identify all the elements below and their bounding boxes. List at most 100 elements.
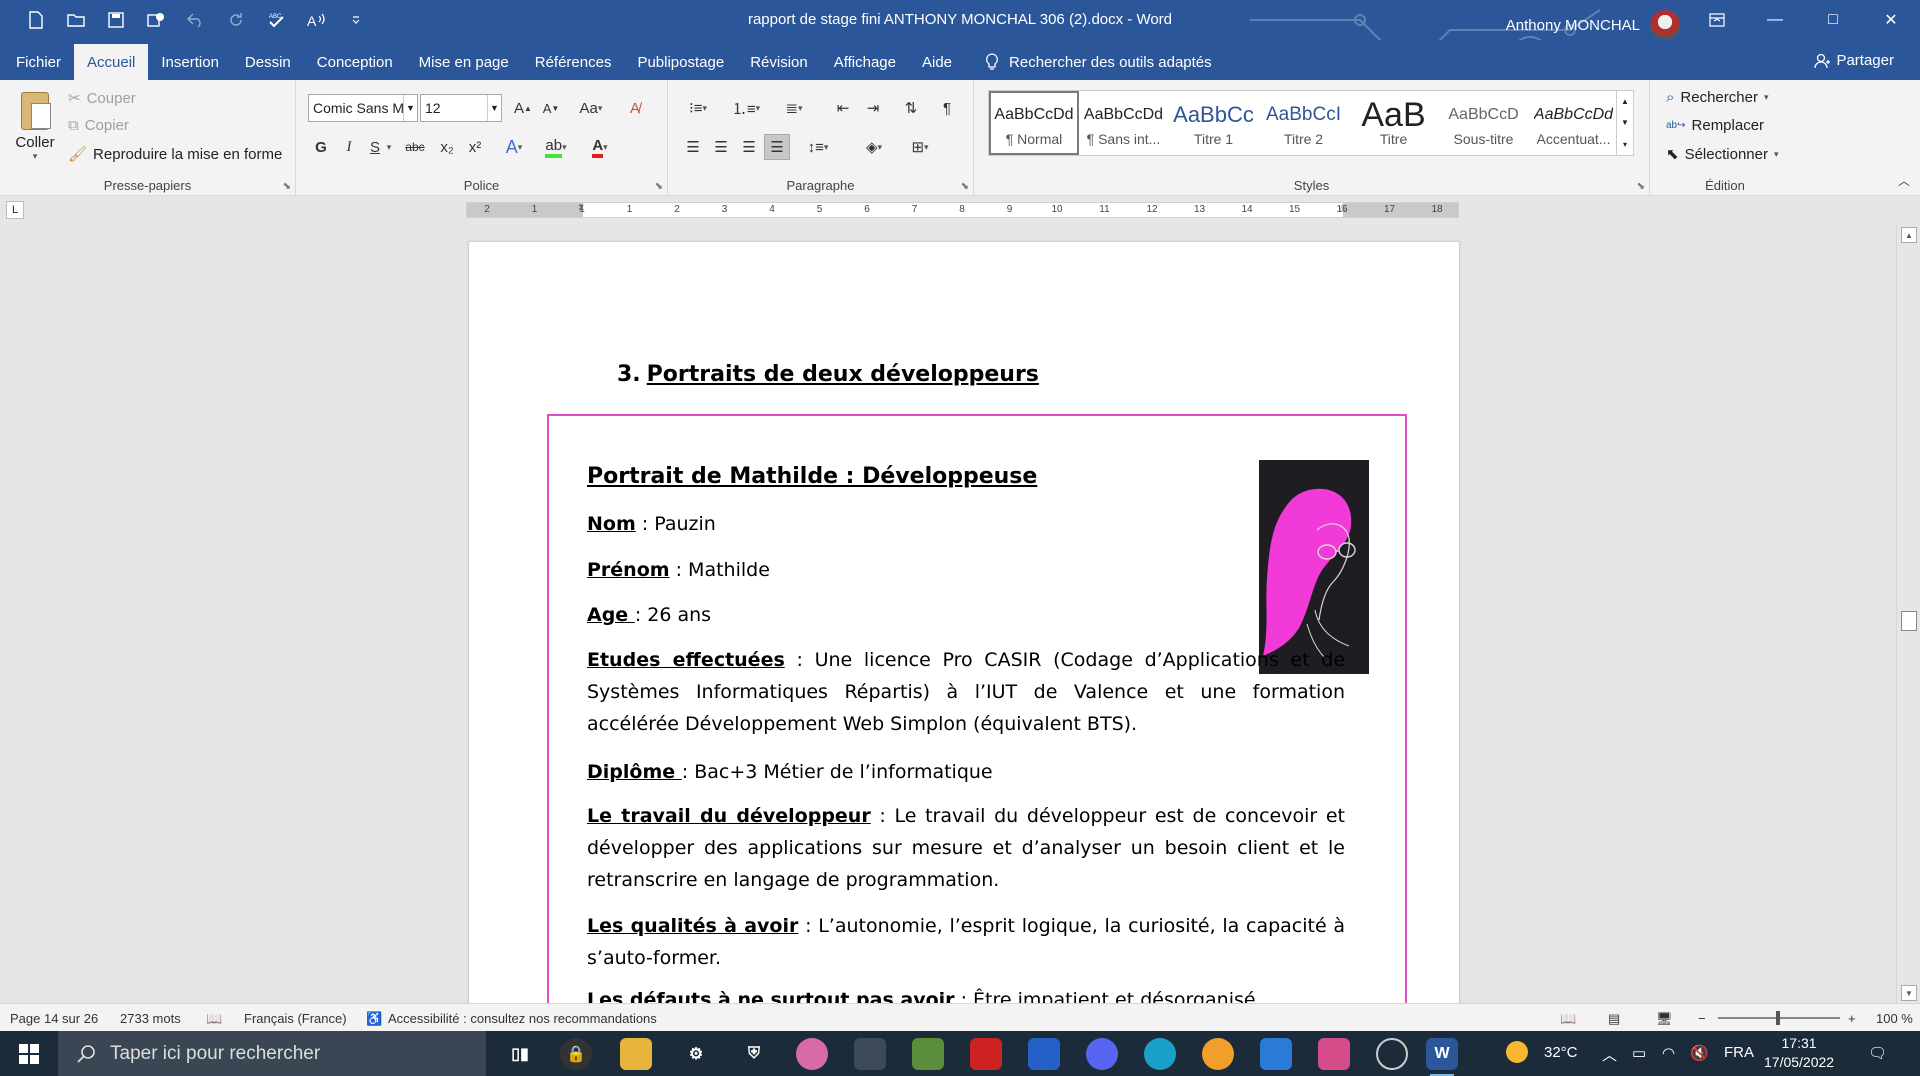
zoom-slider[interactable] (1718, 1011, 1840, 1025)
settings-icon[interactable]: ⚙ (680, 1038, 712, 1070)
redo-icon[interactable] (218, 2, 254, 38)
file-explorer-icon[interactable] (620, 1038, 652, 1070)
avatar[interactable] (1650, 10, 1680, 40)
read-aloud-icon[interactable]: A (298, 2, 334, 38)
show-formatting-marks-button[interactable]: ¶ (934, 95, 960, 121)
style-no-spacing[interactable]: AaBbCcDd ¶ Sans int... (1079, 91, 1169, 155)
collapse-ribbon-icon[interactable]: ︿ (1898, 172, 1910, 189)
style-heading-2[interactable]: AaBbCcI Titre 2 (1259, 91, 1349, 155)
borders-button[interactable]: ⊞ ▾ (900, 134, 940, 160)
tab-aide[interactable]: Aide (909, 44, 965, 80)
notifications-icon[interactable]: 🗨 (1868, 1044, 1887, 1062)
input-language[interactable]: FRA (1724, 1044, 1754, 1061)
bold-button[interactable]: G (308, 134, 334, 160)
sort-button[interactable]: ⇅ (898, 95, 924, 121)
align-left-button[interactable]: ☰ (680, 134, 706, 160)
brave-browser-icon[interactable] (1202, 1038, 1234, 1070)
tab-revision[interactable]: Révision (737, 44, 821, 80)
align-right-button[interactable]: ☰ (736, 134, 762, 160)
dialog-launcher-icon[interactable]: ⬊ (1637, 181, 1645, 192)
start-button[interactable] (0, 1031, 58, 1076)
tell-me-search[interactable]: Rechercher des outils adaptés (985, 44, 1212, 80)
font-color-button[interactable]: A ▾ (580, 134, 620, 160)
discord-icon[interactable] (1086, 1038, 1118, 1070)
line-spacing-button[interactable]: ↕≡ ▾ (800, 134, 836, 160)
autosave-icon[interactable] (138, 2, 174, 38)
spelling-check-icon[interactable]: ABC (258, 2, 294, 38)
styles-gallery-scroll[interactable]: ▲ ▼ ▾ (1616, 90, 1634, 156)
paint-app-icon[interactable] (796, 1038, 828, 1070)
volume-muted-icon[interactable]: 🔇 (1690, 1044, 1709, 1062)
multilevel-list-button[interactable]: ≣ ▾ (776, 95, 812, 121)
text-effects-button[interactable]: A ▾ (496, 134, 532, 160)
taskbar-search[interactable]: Taper ici pour rechercher (58, 1031, 486, 1076)
scroll-up-icon[interactable]: ▲ (1901, 227, 1917, 243)
steam-app-icon[interactable] (854, 1038, 886, 1070)
language[interactable]: Français (France) (244, 1011, 347, 1026)
portrait-image[interactable] (1259, 460, 1369, 674)
format-painter-button[interactable]: 🖌 Reproduire la mise en forme (68, 145, 282, 164)
align-center-button[interactable]: ☰ (708, 134, 734, 160)
find-button[interactable]: ⌕ Rechercher ▾ (1666, 89, 1768, 106)
customize-toolbar-icon[interactable] (338, 2, 374, 38)
horizontal-ruler[interactable]: 2 1 1 1 2 3 4 5 6 7 8 9 10 11 12 13 14 15 16 17 18 ⧗ △ (466, 202, 1459, 218)
rocket-league-icon[interactable] (1028, 1038, 1060, 1070)
change-case-button[interactable]: Aa ▾ (574, 95, 608, 121)
tab-mise-en-page[interactable]: Mise en page (406, 44, 522, 80)
cut-button[interactable]: ✂ Couper (68, 89, 136, 108)
scroll-thumb[interactable] (1901, 611, 1917, 631)
wifi-icon[interactable]: ◠ (1662, 1044, 1675, 1062)
save-icon[interactable] (98, 2, 134, 38)
replace-button[interactable]: ab↪ Remplacer (1666, 117, 1764, 134)
paste-button[interactable]: Coller ▾ (12, 88, 58, 168)
game-app-icon[interactable] (1318, 1038, 1350, 1070)
share-button[interactable]: Partager (1814, 52, 1894, 69)
ribbon-display-options-icon[interactable] (1688, 0, 1746, 40)
chevron-down-icon[interactable]: ▼ (403, 95, 417, 121)
superscript-button[interactable]: x² (462, 134, 488, 160)
increase-indent-button[interactable]: ⇥ (860, 95, 886, 121)
tab-dessin[interactable]: Dessin (232, 44, 304, 80)
close-button[interactable]: ✕ (1862, 0, 1920, 40)
decrease-indent-button[interactable]: ⇤ (830, 95, 856, 121)
underline-options-dropdown[interactable]: ▾ (382, 134, 396, 160)
shading-button[interactable]: ◈ ▾ (854, 134, 894, 160)
numbering-button[interactable]: ⒈≡ ▾ (728, 95, 764, 121)
weather-sun-icon[interactable] (1506, 1041, 1528, 1067)
open-folder-icon[interactable] (58, 2, 94, 38)
tab-fichier[interactable]: Fichier (0, 44, 74, 80)
select-button[interactable]: ⬉ Sélectionner ▾ (1666, 145, 1779, 164)
font-size-combo[interactable]: 12 ▼ (420, 94, 502, 122)
grow-font-button[interactable]: A ▲ (510, 95, 536, 121)
tab-stop-selector[interactable]: L (6, 201, 24, 219)
proofing-icon[interactable]: 📖 (206, 1011, 222, 1027)
accessibility-status[interactable]: Accessibilité : consultez nos recommanda… (388, 1011, 657, 1026)
tab-accueil[interactable]: Accueil (74, 44, 149, 80)
zoom-out-button[interactable]: − (1698, 1011, 1706, 1026)
lock-app-icon[interactable]: 🔒 (560, 1038, 592, 1070)
security-shield-icon[interactable]: ⛨ (738, 1038, 770, 1070)
read-mode-icon[interactable]: 📖 (1560, 1011, 1576, 1027)
more-styles-icon[interactable]: ▾ (1623, 140, 1627, 149)
vertical-scrollbar[interactable]: ▲ ▼ (1896, 223, 1920, 1003)
tab-references[interactable]: Références (522, 44, 625, 80)
tab-conception[interactable]: Conception (304, 44, 406, 80)
shrink-font-button[interactable]: A ▼ (538, 95, 564, 121)
obs-studio-icon[interactable] (1376, 1038, 1408, 1070)
dialog-launcher-icon[interactable]: ⬊ (655, 181, 663, 192)
clock[interactable]: 17:31 17/05/2022 (1764, 1034, 1834, 1072)
style-subtitle[interactable]: AaBbCcD Sous-titre (1439, 91, 1529, 155)
style-normal[interactable]: AaBbCcDd ¶ Normal (989, 91, 1079, 155)
scroll-down-icon[interactable]: ▼ (1901, 985, 1917, 1001)
zoom-in-button[interactable]: + (1848, 1011, 1856, 1026)
weather-temperature[interactable]: 32°C (1544, 1044, 1578, 1061)
dialog-launcher-icon[interactable]: ⬊ (283, 181, 291, 192)
italic-button[interactable]: I (336, 134, 362, 160)
chevron-up-icon[interactable]: ▲ (1621, 97, 1629, 106)
tab-affichage[interactable]: Affichage (821, 44, 909, 80)
page-count[interactable]: Page 14 sur 26 (10, 1011, 98, 1026)
word-count[interactable]: 2733 mots (120, 1011, 181, 1026)
document-page[interactable]: 3. Portraits de deux développeurs Portrai… (468, 241, 1460, 1003)
among-us-icon[interactable] (970, 1038, 1002, 1070)
style-emphasis[interactable]: AaBbCcDd Accentuat... (1529, 91, 1619, 155)
